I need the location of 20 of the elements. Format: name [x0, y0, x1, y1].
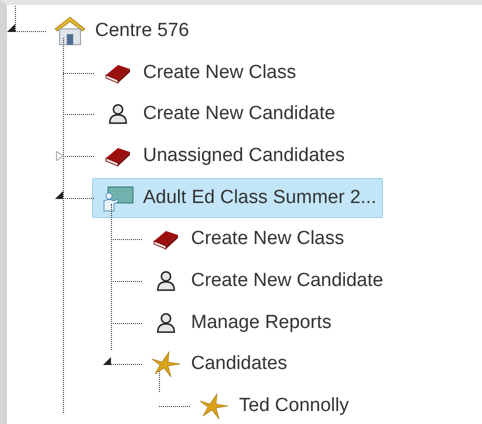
collapse-toggle[interactable] [7, 24, 15, 32]
tree-item[interactable]: Candidates [140, 344, 294, 384]
tree-item[interactable]: Ted Connolly [188, 386, 356, 424]
person-icon [107, 103, 129, 126]
star-figure-icon [151, 350, 181, 378]
tree-item[interactable]: Create New Candidate [140, 260, 390, 301]
classroom-icon [102, 184, 134, 212]
collapse-toggle[interactable] [103, 357, 111, 366]
tree-item[interactable]: Adult Ed Class Summer 2... [92, 178, 384, 218]
tree-item[interactable]: Create New Class [92, 52, 304, 93]
tree-item[interactable]: Create New Candidate [92, 94, 342, 134]
tree-item[interactable]: Unassigned Candidates [92, 136, 352, 176]
tree-item[interactable]: Create New Class [140, 219, 352, 260]
expand-toggle[interactable] [56, 150, 64, 161]
star-figure-icon [199, 392, 229, 420]
tree-item[interactable]: Centre 576 [44, 10, 196, 51]
person-icon [155, 312, 177, 334]
collapse-toggle[interactable] [55, 190, 63, 199]
tree-item[interactable]: Manage Reports [140, 302, 338, 343]
person-icon [155, 270, 177, 292]
